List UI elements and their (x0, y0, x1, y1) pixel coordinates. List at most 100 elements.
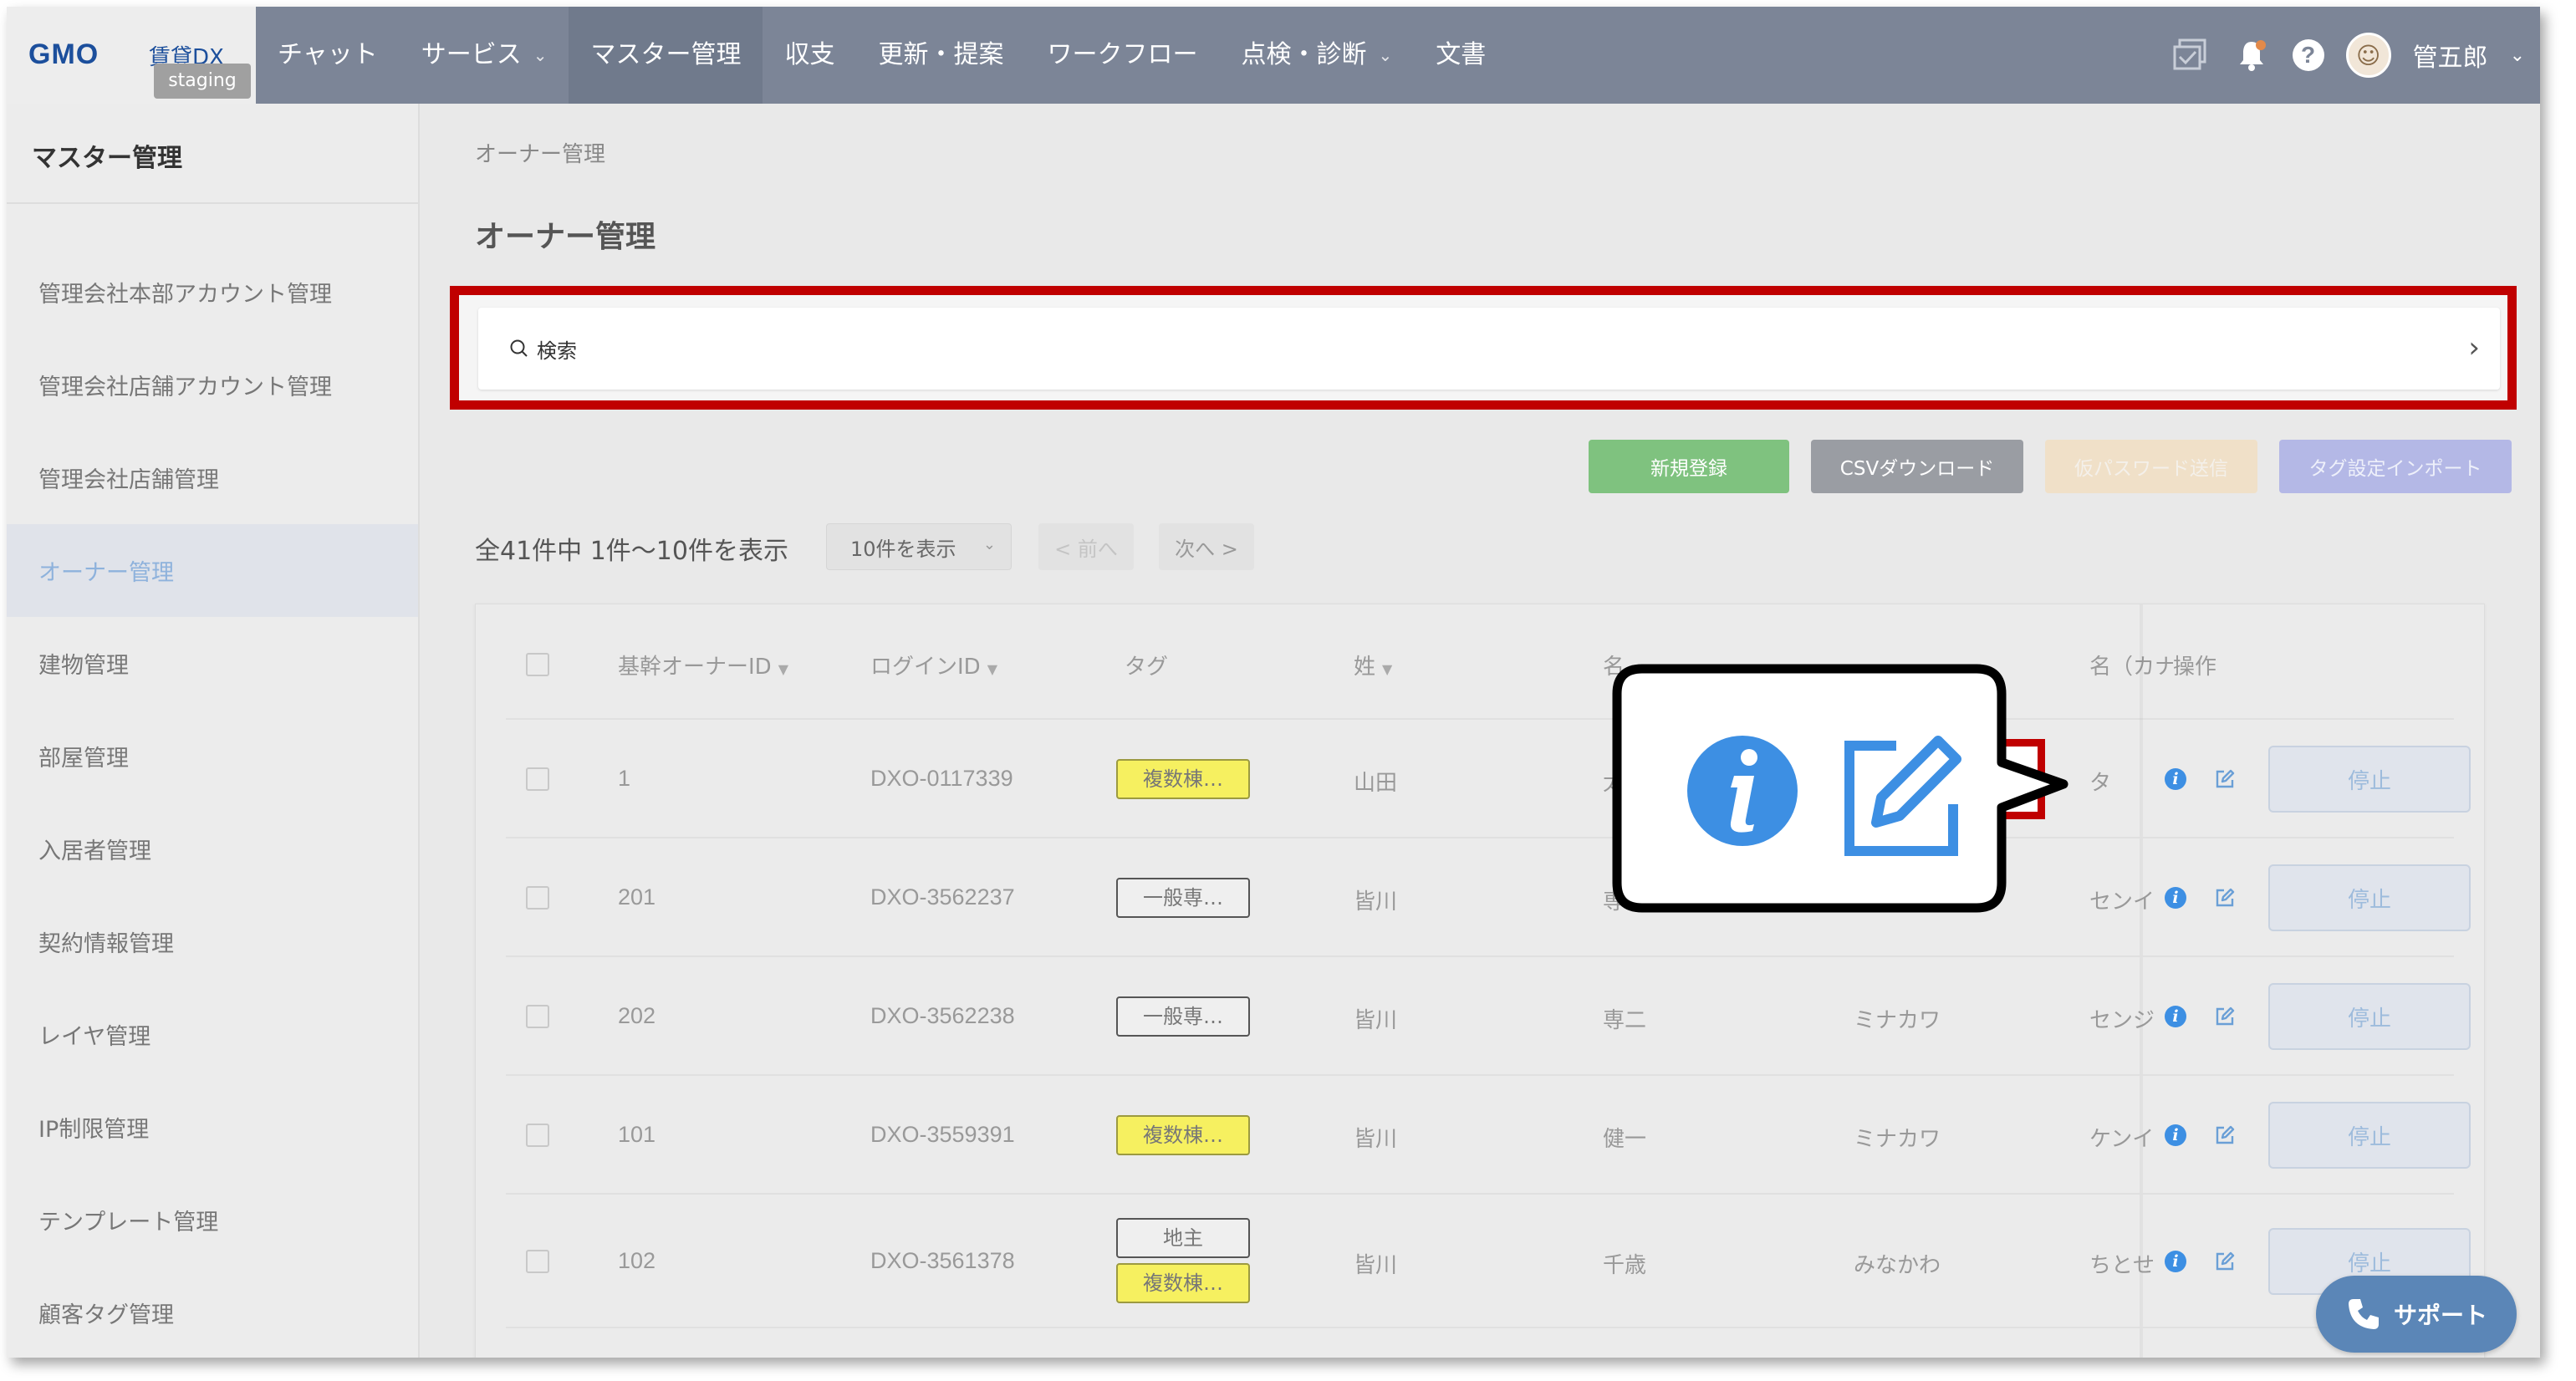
owner-id-cell: 1 (618, 766, 631, 791)
chevron-down-icon: ⌄ (1378, 45, 1393, 65)
sidebar-item[interactable]: IP制限管理 (7, 1081, 418, 1174)
stop-button[interactable]: 停止 (2268, 864, 2471, 931)
sidebar-item[interactable]: オーナー管理 (7, 524, 418, 617)
nav-item[interactable]: 点検・診断 ⌄ (1219, 7, 1414, 104)
action-buttons: 新規登録 CSVダウンロード 仮パスワード送信 タグ設定インポート (1589, 440, 2512, 493)
sidebar-item[interactable]: 部屋管理 (7, 710, 418, 803)
nav-item[interactable]: サービス ⌄ (400, 7, 569, 104)
help-icon[interactable]: ? (2292, 39, 2324, 71)
owner-id-cell: 202 (618, 1003, 656, 1028)
task-check-icon[interactable] (2172, 36, 2211, 74)
owner-id-cell: 201 (618, 884, 656, 910)
stop-button[interactable]: 停止 (2268, 746, 2471, 813)
sidebar-title: マスター管理 (32, 144, 182, 173)
first-kana-cell: タ (2089, 771, 2112, 796)
first-kana-cell: センイ (2089, 889, 2155, 915)
nav-item[interactable]: 文書 (1414, 7, 1507, 104)
app-window: GMO 賃貸DX staging チャット サービス ⌄ マスター管理 収支 更新・提案 ワ… (7, 7, 2540, 1358)
notification-bell-icon[interactable] (2232, 36, 2271, 74)
nav-item[interactable]: チャット (256, 7, 400, 104)
sidebar-item[interactable]: 顧客タグ管理 (7, 1266, 418, 1358)
search-label: 検索 (537, 339, 577, 363)
nav-item[interactable]: ワークフロー (1025, 7, 1219, 104)
info-icon[interactable]: i (2165, 768, 2186, 790)
row-checkbox[interactable] (526, 1250, 549, 1273)
tag-import-button[interactable]: タグ設定インポート (2279, 440, 2512, 493)
first-kana-cell: ケンイ (2089, 1127, 2155, 1152)
select-all-checkbox[interactable] (526, 653, 549, 676)
table-header-row: 基幹オーナーID▼ ログインID▼ タグ 姓▼ 名▼ 名（カナ 操作 (506, 604, 2454, 720)
stop-button[interactable]: 停止 (2268, 983, 2471, 1050)
search-icon (510, 339, 528, 357)
edit-icon[interactable] (2213, 1005, 2237, 1028)
per-page-select[interactable]: 10件を表示 ⌄ (826, 523, 1012, 570)
sidebar-item[interactable]: 建物管理 (7, 617, 418, 710)
nav-item-label: マスター管理 (590, 40, 742, 69)
prev-page-button[interactable]: < 前へ (1038, 523, 1134, 570)
sidebar-item[interactable]: 管理会社店舗アカウント管理 (7, 339, 418, 431)
sidebar-item[interactable]: テンプレート管理 (7, 1174, 418, 1266)
sort-icon: ▼ (778, 661, 789, 677)
tag-badge: 複数棟… (1116, 1263, 1250, 1303)
login-id-cell: DXO-3561378 (870, 1248, 1015, 1273)
sidebar-item[interactable]: 管理会社店舗管理 (7, 431, 418, 524)
nav-item[interactable]: マスター管理 (569, 7, 763, 104)
edit-icon[interactable] (2213, 1124, 2237, 1147)
breadcrumb[interactable]: オーナー管理 (475, 137, 605, 168)
phone-icon (2348, 1299, 2379, 1329)
row-checkbox[interactable] (526, 767, 549, 791)
login-id-cell: DXO-3562238 (870, 1003, 1015, 1028)
column-first-kana: 名（カナ (2089, 655, 2177, 680)
sidebar-item[interactable]: 契約情報管理 (7, 895, 418, 988)
stop-button[interactable]: 停止 (2268, 1102, 2471, 1169)
nav-item[interactable]: 収支 (763, 7, 856, 104)
nav-item-label: 文書 (1436, 40, 1487, 69)
chevron-down-icon[interactable]: ⌄ (2510, 45, 2525, 66)
login-id-cell: DXO-3562237 (870, 884, 1015, 910)
sidebar-item[interactable]: 入居者管理 (7, 803, 418, 895)
edit-icon[interactable] (2213, 767, 2237, 791)
info-icon-large (1687, 736, 1798, 846)
tag-badge: 地主 (1116, 1218, 1250, 1258)
send-temp-password-button[interactable]: 仮パスワード送信 (2045, 440, 2257, 493)
table-row: 101 DXO-3559391 皆川 健一 ミナカワ ケンイ 複数棟… i 停止 (506, 1076, 2471, 1195)
chevron-right-icon: › (2468, 331, 2480, 364)
sidebar-item[interactable]: レイヤ管理 (7, 988, 418, 1081)
row-checkbox[interactable] (526, 1005, 549, 1028)
edit-icon[interactable] (2213, 886, 2237, 910)
page-title: オーナー管理 (475, 220, 656, 254)
nav-item-label: ワークフロー (1047, 40, 1198, 69)
row-checkbox[interactable] (526, 1124, 549, 1147)
sidebar-item[interactable]: 管理会社本部アカウント管理 (7, 246, 418, 339)
edit-icon[interactable] (2213, 1250, 2237, 1273)
info-icon[interactable]: i (2165, 1124, 2186, 1146)
column-last-name[interactable]: 姓 ▼ (1354, 650, 1392, 680)
avatar[interactable]: ☺ (2345, 33, 2391, 78)
sort-icon: ▼ (1382, 661, 1393, 677)
tag-badge: 複数棟… (1116, 1115, 1250, 1155)
table-row: 地主 (506, 1328, 2454, 1358)
nav-item-label: 点検・診断 (1241, 40, 1367, 69)
info-icon[interactable]: i (2165, 1006, 2186, 1027)
row-checkbox[interactable] (526, 886, 549, 910)
chevron-down-icon: ⌄ (533, 45, 548, 65)
first-kana-cell: ちとせ (2089, 1253, 2155, 1278)
csv-download-button[interactable]: CSVダウンロード (1811, 440, 2023, 493)
nav-item-label: チャット (278, 40, 378, 69)
owner-id-cell: 101 (618, 1122, 656, 1147)
info-icon[interactable]: i (2165, 1251, 2186, 1272)
logo[interactable]: GMO 賃貸DX staging (7, 7, 256, 104)
table-row: 102 DXO-3561378 皆川 千歳 みなかわ ちとせ 地主 複数棟… i 停止 (506, 1195, 2471, 1328)
nav-item[interactable]: 更新・提案 (856, 7, 1025, 104)
search-panel-toggle[interactable]: 検索 › (478, 308, 2500, 390)
info-icon[interactable]: i (2165, 887, 2186, 909)
column-login-id[interactable]: ログインID ▼ (870, 650, 997, 680)
column-owner-id[interactable]: 基幹オーナーID ▼ (618, 650, 788, 680)
last-name-cell: 皆川 (1354, 1008, 1398, 1033)
tag-badge: 複数棟… (1116, 759, 1250, 799)
first-kana-cell: センジ (2089, 1008, 2155, 1033)
support-button[interactable]: サポート (2316, 1276, 2517, 1353)
next-page-button[interactable]: 次へ > (1159, 523, 1254, 570)
new-register-button[interactable]: 新規登録 (1589, 440, 1789, 493)
user-name[interactable]: 管五郎 (2413, 37, 2488, 74)
